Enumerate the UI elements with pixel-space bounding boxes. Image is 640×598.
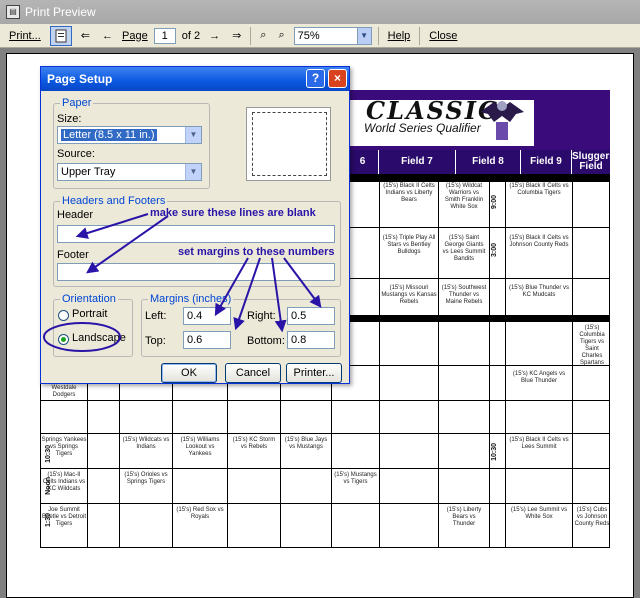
landscape-highlight-circle	[43, 322, 121, 352]
annotation-arrow	[283, 257, 322, 308]
annotation-arrow	[86, 215, 169, 274]
annotation-arrow	[75, 213, 149, 239]
annotation-arrow	[271, 257, 287, 333]
annotation-arrow	[233, 257, 261, 331]
annotation-overlay	[43, 213, 322, 352]
